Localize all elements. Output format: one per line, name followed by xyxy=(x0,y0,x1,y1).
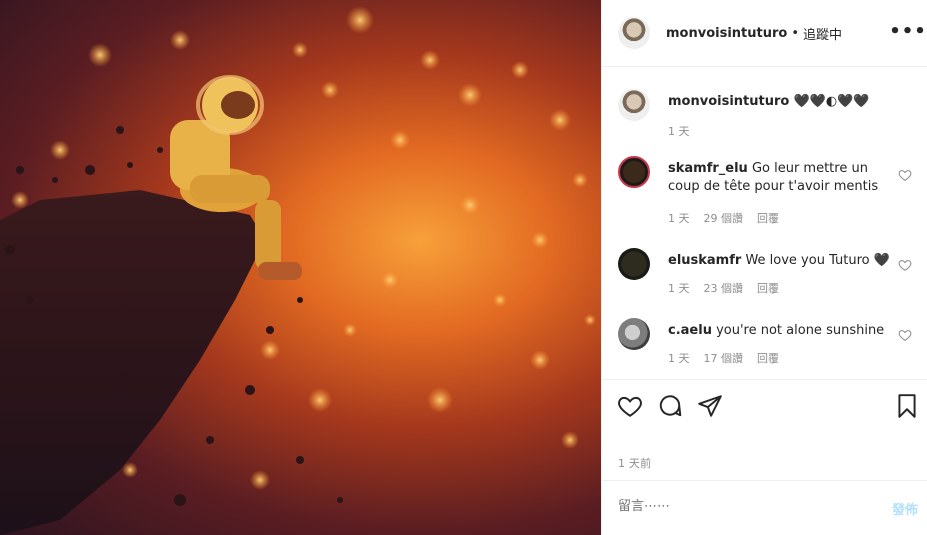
reply-button[interactable]: 回覆 xyxy=(757,210,779,226)
comment-text: skamfr_elu Go leur mettre un coup de têt… xyxy=(668,160,898,196)
comment-text: eluskamfr We love you Tuturo 🖤 xyxy=(668,252,898,270)
action-bar xyxy=(602,381,927,431)
separator-dot: • xyxy=(791,25,799,41)
comment-meta: 1 天 17 個讚 回覆 xyxy=(668,350,779,366)
comment-time[interactable]: 1 天 xyxy=(668,280,690,296)
post-comment-button[interactable]: 發佈 xyxy=(892,499,918,518)
comment-text: c.aelu you're not alone sunshine xyxy=(668,322,898,340)
more-options-button[interactable]: ••• xyxy=(889,22,926,42)
caption-time[interactable]: 1 天 xyxy=(668,123,690,139)
comment-input[interactable] xyxy=(618,499,868,514)
comment-meta: 1 天 23 個讚 回覆 xyxy=(668,280,779,296)
heart-icon[interactable] xyxy=(617,393,643,419)
reply-button[interactable]: 回覆 xyxy=(757,350,779,366)
comment-item: skamfr_elu Go leur mettre un coup de têt… xyxy=(618,156,918,226)
commenter-avatar[interactable] xyxy=(618,156,650,188)
comment-item: eluskamfr We love you Tuturo 🖤 1 天 23 個讚… xyxy=(618,248,918,298)
heart-icon[interactable] xyxy=(898,168,912,182)
comment-composer: 發佈 xyxy=(602,480,927,535)
post-timestamp[interactable]: 1 天前 xyxy=(618,455,651,471)
follow-status[interactable]: 追蹤中 xyxy=(803,24,842,43)
comment-item: c.aelu you're not alone sunshine 1 天 17 … xyxy=(618,318,918,368)
caption: monvoisintuturo 🖤🖤◐🖤🖤 1 天 xyxy=(618,89,918,149)
comment-likes[interactable]: 17 個讚 xyxy=(704,350,744,366)
astronaut-illustration xyxy=(0,6,596,535)
comment-username[interactable]: c.aelu xyxy=(668,323,712,338)
commenter-avatar[interactable] xyxy=(618,248,650,280)
comment-likes[interactable]: 23 個讚 xyxy=(704,280,744,296)
comment-meta: 1 天 29 個讚 回覆 xyxy=(668,210,779,226)
post-detail-panel: monvoisintuturo • 追蹤中 ••• monvoisintutur… xyxy=(601,0,927,535)
comment-time[interactable]: 1 天 xyxy=(668,350,690,366)
owner-avatar[interactable] xyxy=(618,17,650,49)
caption-username[interactable]: monvoisintuturo xyxy=(668,94,789,109)
post-image xyxy=(0,0,601,535)
comment-likes[interactable]: 29 個讚 xyxy=(704,210,744,226)
paper-plane-icon[interactable] xyxy=(697,393,723,419)
caption-text: monvoisintuturo 🖤🖤◐🖤🖤 xyxy=(668,93,898,111)
post-header: monvoisintuturo • 追蹤中 ••• xyxy=(602,0,927,67)
caption-body: 🖤🖤◐🖤🖤 xyxy=(793,94,870,109)
owner-username[interactable]: monvoisintuturo xyxy=(666,26,787,41)
comment-username[interactable]: skamfr_elu xyxy=(668,161,748,176)
owner-avatar[interactable] xyxy=(618,89,650,121)
comment-body: you're not alone sunshine xyxy=(716,323,885,338)
heart-icon[interactable] xyxy=(898,258,912,272)
heart-icon[interactable] xyxy=(898,328,912,342)
comments-section: monvoisintuturo 🖤🖤◐🖤🖤 1 天 skamfr_elu Go … xyxy=(602,68,927,380)
comment-body: We love you Tuturo 🖤 xyxy=(745,253,890,268)
comment-username[interactable]: eluskamfr xyxy=(668,253,741,268)
comment-time[interactable]: 1 天 xyxy=(668,210,690,226)
commenter-avatar[interactable] xyxy=(618,318,650,350)
caption-meta: 1 天 xyxy=(668,123,690,139)
reply-button[interactable]: 回覆 xyxy=(757,280,779,296)
bookmark-icon[interactable] xyxy=(894,393,920,419)
more-icon: ••• xyxy=(889,21,927,42)
comment-icon[interactable] xyxy=(657,393,683,419)
